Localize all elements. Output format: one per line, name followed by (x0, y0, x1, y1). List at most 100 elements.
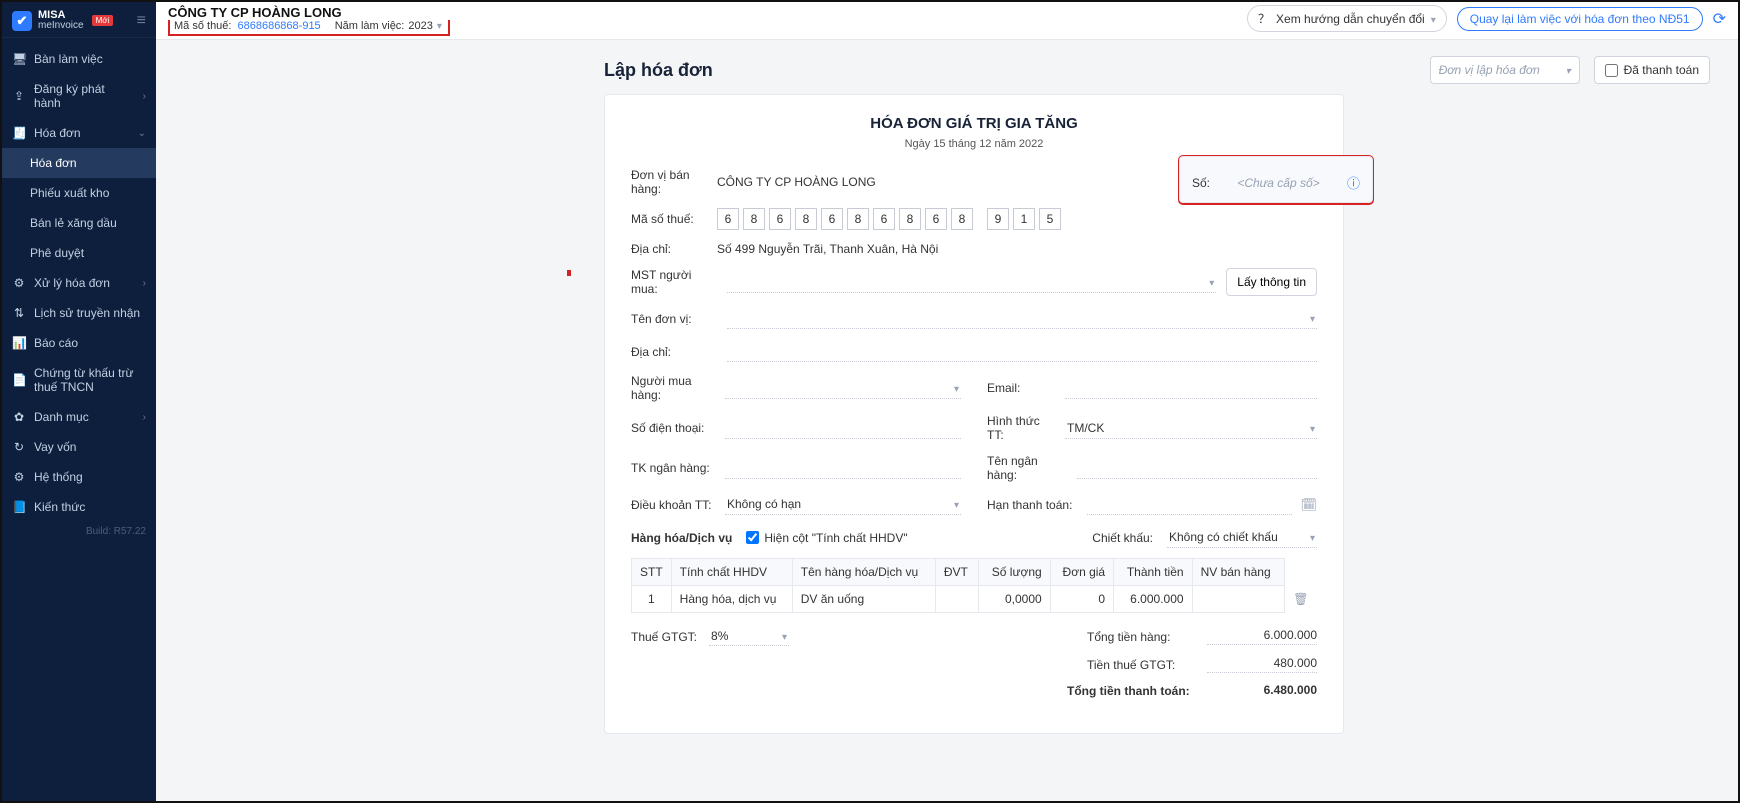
discount-label: Chiết khấu: (1092, 531, 1153, 545)
invoice-card: HÓA ĐƠN GIÁ TRỊ GIA TĂNG Ngày 15 tháng 1… (604, 94, 1344, 734)
col-unit: ĐVT (935, 559, 979, 586)
sidebar-item[interactable]: ⚙Xử lý hóa đơn› (2, 268, 156, 298)
red-marker (567, 270, 571, 276)
sidebar-item[interactable]: ⇪Đăng ký phát hành› (2, 74, 156, 118)
new-tag: Mới (92, 15, 114, 26)
tax-digit: 6 (717, 208, 739, 230)
logo-icon: ✔ (12, 11, 32, 31)
sidebar-item[interactable]: 🧾Hóa đơn⌄ (2, 118, 156, 148)
vat-amount-value: 480.000 (1207, 656, 1317, 673)
bankname-input[interactable] (1077, 458, 1317, 479)
cell-amount[interactable]: 6.000.000 (1114, 586, 1192, 613)
buyer-addr-input[interactable] (727, 341, 1317, 362)
grand-label: Tổng tiền thanh toán: (1067, 684, 1207, 698)
paytype-value: TM/CK (1067, 421, 1104, 435)
cell-nature[interactable]: Hàng hóa, dịch vụ (671, 586, 792, 613)
page-title: Lập hóa đơn (604, 60, 1416, 81)
sidebar-item-label: Hóa đơn (34, 126, 81, 140)
cell-price[interactable]: 0 (1050, 586, 1113, 613)
calendar-icon[interactable]: 🗓 (1300, 497, 1317, 513)
buyer-unit-label: Tên đơn vị: (631, 312, 717, 326)
show-nature-checkbox[interactable]: Hiện cột "Tính chất HHDV" (746, 531, 907, 545)
sidebar-item-label: Báo cáo (34, 336, 78, 350)
tax-digit: 8 (951, 208, 973, 230)
trash-icon[interactable]: 🗑 (1293, 592, 1308, 606)
discount-value: Không có chiết khấu (1169, 530, 1278, 544)
sidebar-item[interactable]: ⇅Lịch sử truyền nhận (2, 298, 156, 328)
due-input[interactable] (1087, 494, 1292, 515)
paytype-select[interactable]: TM/CK (1065, 418, 1317, 439)
nav-icon: ⚙ (12, 470, 26, 484)
nav-icon: ⇅ (12, 306, 26, 320)
buyer-mst-input[interactable] (727, 272, 1216, 293)
info-icon[interactable]: ⓘ (1347, 173, 1360, 192)
bank-input[interactable] (725, 458, 961, 479)
chevron-down-icon (1310, 421, 1315, 435)
chevron-down-icon (954, 497, 959, 511)
build-label: Build: R57.22 (2, 526, 156, 537)
nd51-button[interactable]: Quay lại làm việc với hóa đơn theo NĐ51 (1457, 7, 1703, 31)
logo: ✔ MISA meInvoice Mới ≡ (2, 2, 156, 38)
unit-select[interactable]: Đơn vị lập hóa đơn (1430, 56, 1580, 84)
tax-digit: 5 (1039, 208, 1061, 230)
sidebar-item[interactable]: 📄Chứng từ khấu trừ thuế TNCN (2, 358, 156, 402)
buyer-name-input[interactable] (725, 378, 961, 399)
sidebar-item[interactable]: Bán lẻ xăng dầu (2, 208, 156, 238)
menu-toggle-icon[interactable]: ≡ (137, 12, 146, 30)
brand-bottom: meInvoice (38, 21, 84, 31)
paytype-label: Hình thức TT: (987, 414, 1057, 442)
tax-digit: 6 (821, 208, 843, 230)
nav-icon: 🧾 (12, 126, 26, 140)
refresh-icon[interactable]: ⟳ (1713, 9, 1726, 29)
sidebar-item[interactable]: 📘Kiến thức (2, 492, 156, 522)
due-label: Hạn thanh toán: (987, 498, 1079, 512)
sidebar-item[interactable]: ↻Vay vốn (2, 432, 156, 462)
logo-text: MISA meInvoice (38, 10, 84, 31)
sidebar-item[interactable]: Hóa đơn (2, 148, 156, 178)
show-nature-input[interactable] (746, 531, 759, 544)
discount-select[interactable]: Không có chiết khấu (1167, 527, 1317, 548)
sidebar-item-label: Bán lẻ xăng dầu (30, 216, 117, 230)
sidebar-item-label: Phê duyệt (30, 246, 84, 260)
nav-icon: 📊 (12, 336, 26, 350)
col-name: Tên hàng hóa/Dịch vụ (792, 559, 935, 586)
table-row[interactable]: 1 Hàng hóa, dịch vụ DV ăn uống 0,0000 0 … (632, 586, 1317, 613)
buyer-email-input[interactable] (1065, 378, 1317, 399)
buyer-name-label: Người mua hàng: (631, 374, 717, 402)
term-select[interactable]: Không có hạn (725, 494, 961, 515)
buyer-phone-input[interactable] (725, 418, 961, 439)
get-info-button[interactable]: Lấy thông tin (1226, 268, 1317, 296)
sidebar-item-label: Danh mục (34, 410, 89, 424)
subtotal-value: 6.000.000 (1207, 628, 1317, 645)
cell-unit[interactable] (935, 586, 979, 613)
cell-staff[interactable] (1192, 586, 1285, 613)
tax-digit: 6 (925, 208, 947, 230)
vat-select[interactable]: 8% (709, 627, 789, 646)
buyer-unit-input[interactable] (727, 308, 1317, 329)
paid-checkbox[interactable]: Đã thanh toán (1594, 56, 1710, 84)
col-staff: NV bán hàng (1192, 559, 1285, 586)
chevron-icon: › (143, 412, 146, 423)
sidebar-item[interactable]: 📊 Báo cáo (2, 328, 156, 358)
tax-id: 6868686868-915 (237, 20, 320, 32)
sidebar-item[interactable]: Phê duyệt (2, 238, 156, 268)
buyer-email-label: Email: (987, 381, 1057, 395)
cell-qty[interactable]: 0,0000 (979, 586, 1050, 613)
year-value[interactable]: 2023 (408, 20, 432, 32)
sidebar-item[interactable]: Phiếu xuất kho (2, 178, 156, 208)
cell-name[interactable]: DV ăn uống (792, 586, 935, 613)
sidebar-item[interactable]: ✿Danh mục› (2, 402, 156, 432)
sidebar-item[interactable]: ⚙Hệ thống (2, 462, 156, 492)
sidebar-item-label: Chứng từ khấu trừ thuế TNCN (34, 366, 146, 394)
buyer-mst-label: MST người mua: (631, 268, 717, 296)
chevron-down-icon (1431, 12, 1436, 26)
nav-icon: 🖥 (12, 52, 26, 66)
chevron-down-icon (1310, 311, 1315, 325)
chevron-down-icon[interactable] (437, 20, 442, 32)
tax-cells: 6868686868915 (717, 208, 1061, 230)
sidebar-item-label: Xử lý hóa đơn (34, 276, 110, 290)
guide-button[interactable]: ？ Xem hướng dẫn chuyển đổi (1247, 5, 1447, 32)
paid-input[interactable] (1605, 64, 1618, 77)
chevron-icon: › (143, 278, 146, 289)
sidebar-item[interactable]: 🖥Bàn làm việc (2, 44, 156, 74)
